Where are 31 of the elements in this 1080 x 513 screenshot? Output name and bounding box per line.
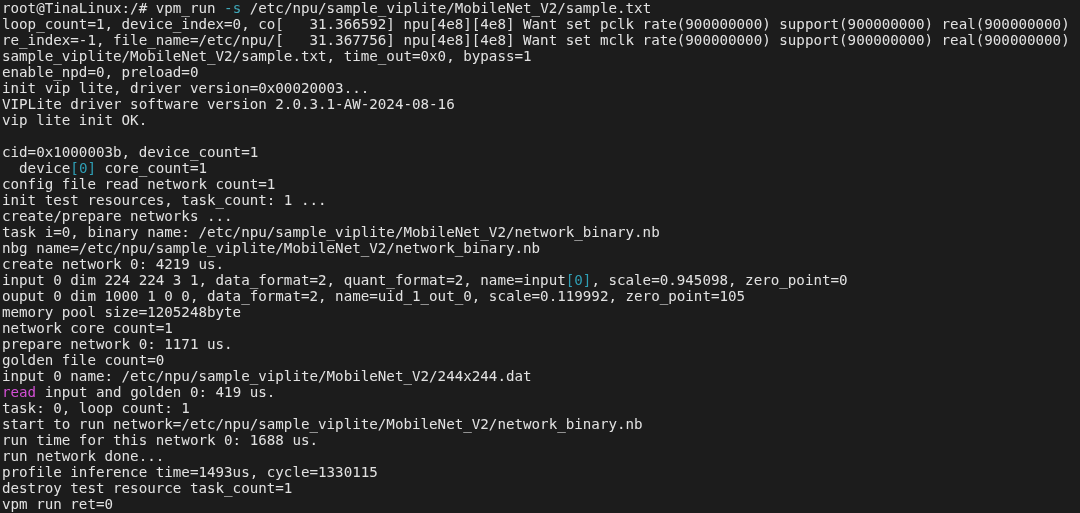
terminal-line: vpm run ret=0 — [2, 496, 114, 513]
terminal-line: prepare network 0: 1171 us. — [2, 336, 233, 353]
terminal-line: memory pool size=1205248byte — [2, 304, 242, 321]
terminal-line: run time for this network 0: 1688 us. — [2, 432, 319, 449]
terminal-line: destroy test resource task_count=1 — [2, 480, 293, 497]
terminal-line: loop_count=1, device_index=0, co[ 31.366592] npu[4e8][4e8] Want set pclk rate(900000000) support(900000000) real(900000000) — [2, 16, 1070, 33]
terminal-line: nbg name=/etc/npu/sample_viplite/MobileNet_V2/network_binary.nb — [2, 240, 541, 257]
terminal-line: input 0 name: /etc/npu/sample_viplite/MobileNet_V2/244x244.dat — [2, 368, 532, 385]
terminal-line: root@TinaLinux:/# vpm_run -s /etc/npu/sample_viplite/MobileNet_V2/sample.txt — [2, 0, 652, 16]
terminal-line: profile inference time=1493us, cycle=1330115 — [2, 464, 378, 481]
terminal-line: network core count=1 — [2, 320, 173, 337]
terminal-line: enable_npd=0, preload=0 — [2, 64, 199, 81]
terminal-line: golden file count=0 — [2, 352, 165, 369]
terminal-line: read input and golden 0: 419 us. — [2, 384, 276, 401]
terminal-line: input 0 dim 224 224 3 1, data_format=2, quant_format=2, name=input[0], scale=0.945098, zero_point=0 — [2, 272, 848, 289]
terminal-line: task i=0, binary name: /etc/npu/sample_viplite/MobileNet_V2/network_binary.nb — [2, 224, 660, 241]
terminal-line: vip lite init OK. — [2, 112, 148, 129]
terminal-line: config file read network count=1 — [2, 176, 276, 193]
terminal-line: run network done... — [2, 448, 165, 465]
terminal-line: task: 0, loop count: 1 — [2, 400, 190, 417]
terminal-line: VIPLite driver software version 2.0.3.1-AW-2024-08-16 — [2, 96, 455, 113]
terminal-line: cid=0x1000003b, device_count=1 — [2, 144, 259, 161]
terminal-line: ouput 0 dim 1000 1 0 0, data_format=2, name=uid_1_out_0, scale=0.119992, zero_point=105 — [2, 288, 746, 305]
terminal-line: start to run network=/etc/npu/sample_viplite/MobileNet_V2/network_binary.nb — [2, 416, 643, 433]
terminal-line: sample_viplite/MobileNet_V2/sample.txt, time_out=0x0, bypass=1 — [2, 48, 532, 65]
terminal-line: re_index=-1, file_name=/etc/npu/[ 31.367756] npu[4e8][4e8] Want set mclk rate(900000000) support(900000000) real(900000000) — [2, 32, 1070, 49]
terminal-line: device[0] core_count=1 — [18, 160, 207, 177]
terminal-line: init vip lite, driver version=0x00020003... — [2, 80, 370, 97]
terminal-line: create/prepare networks ... — [2, 208, 233, 225]
terminal-line: init test resources, task_count: 1 ... — [2, 192, 327, 209]
terminal-line: create network 0: 4219 us. — [2, 256, 225, 273]
